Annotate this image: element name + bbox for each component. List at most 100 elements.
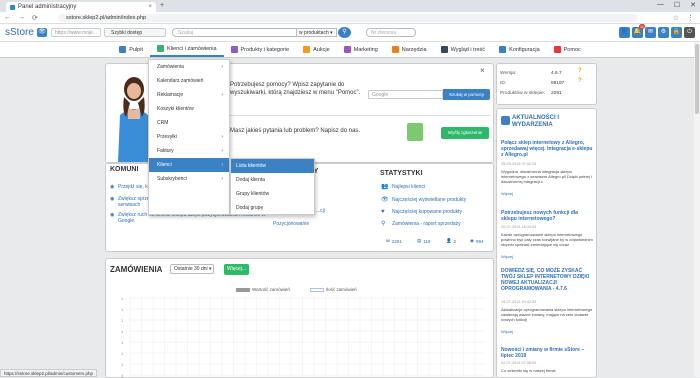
order-number-input[interactable]: Nr zlecenia bbox=[366, 28, 416, 37]
chevron-right-icon: › bbox=[221, 162, 223, 168]
logo[interactable]: sStore bbox=[5, 27, 34, 38]
menu-item-icon bbox=[440, 46, 448, 53]
dropdown-item[interactable]: Reklamacje › bbox=[149, 88, 229, 102]
search-button-icon[interactable]: ⚲ bbox=[338, 27, 351, 38]
chevron-right-icon: › bbox=[221, 134, 223, 140]
news-item-title[interactable]: DOWIEDZ SIĘ, CO MOŻE ZYSKAĆ TWÓJ SKLEP I… bbox=[501, 268, 594, 292]
menu-item[interactable]: Narzędzia bbox=[385, 42, 434, 57]
tab-close-icon[interactable]: × bbox=[148, 4, 152, 10]
axis-tick-label: 1 bbox=[121, 296, 124, 301]
lock-icon[interactable]: 🔒 bbox=[671, 27, 682, 38]
dropdown-item[interactable]: Kalendarz zamówień bbox=[149, 74, 229, 88]
maximize-icon[interactable]: ☐ bbox=[674, 1, 680, 9]
news-title: AKTUALNOŚCI I WYDARZENIA bbox=[512, 115, 559, 128]
most-bought-link[interactable]: Najczęściej kupowane produkty bbox=[392, 209, 462, 215]
menu-item[interactable]: Pomoc bbox=[547, 42, 588, 57]
orders-chart: 1 1 1 1 1 1 1 1 bbox=[121, 296, 485, 377]
news-item-body: Wygodna, dwustronna integracja sklepu in… bbox=[501, 169, 592, 184]
bookmark-star-icon[interactable]: ☆ bbox=[673, 14, 679, 22]
help-question-icon[interactable]: ? bbox=[578, 78, 582, 84]
menu-item[interactable]: Wygląd i treść bbox=[434, 42, 493, 57]
submenu-item[interactable]: Dodaj grupę bbox=[231, 201, 314, 215]
stat-categories[interactable]: ▤ 118 bbox=[417, 238, 430, 244]
search-input[interactable]: Szukaj bbox=[172, 28, 297, 37]
heart-icon: ♥ bbox=[381, 209, 385, 215]
dropdown-item[interactable]: Przesyłki › bbox=[149, 130, 229, 144]
dropdown-item[interactable]: Klienci › bbox=[149, 158, 229, 172]
dropdown-item-label: Faktury bbox=[157, 148, 174, 154]
reload-icon[interactable]: ⟳ bbox=[32, 14, 38, 22]
scrollbar-thumb[interactable] bbox=[695, 44, 699, 114]
dropdown-item-label: CRM bbox=[157, 120, 169, 126]
menu-item-label: Marketing bbox=[353, 46, 378, 53]
submenu-item[interactable]: Grupy klientów bbox=[231, 187, 314, 201]
browser-menu-icon[interactable]: ⋮ bbox=[687, 14, 694, 22]
menu-item[interactable]: Pulpit bbox=[112, 42, 150, 57]
help-question-icon[interactable]: ? bbox=[578, 68, 582, 74]
news-more-link[interactable]: Więcej bbox=[501, 329, 513, 334]
menu-item[interactable]: Konfiguracja bbox=[492, 42, 547, 57]
menu-item-icon bbox=[156, 45, 164, 52]
messages-mail-icon[interactable]: ✉ bbox=[645, 27, 656, 38]
news-item-date: 19-07-2019 10:42:33 bbox=[501, 300, 537, 304]
orders-range-select[interactable]: Ostatnie 30 dni ▾ bbox=[170, 264, 214, 274]
best-customers-link[interactable]: Najlepsi klienci bbox=[392, 184, 425, 190]
menu-item-label: Aukcje bbox=[313, 46, 330, 53]
dropdown-item[interactable]: CRM bbox=[149, 116, 229, 130]
chevron-right-icon: › bbox=[221, 92, 223, 98]
search-scope-select[interactable]: w produktach ▾ bbox=[297, 28, 337, 37]
new-tab-button[interactable]: + bbox=[160, 2, 164, 9]
stat-visits[interactable]: ◉ 994 bbox=[470, 238, 483, 244]
news-item-title[interactable]: Połącz sklep internetowy z Allegro, sprz… bbox=[501, 140, 594, 158]
document-icon bbox=[407, 123, 423, 141]
close-help-icon[interactable]: × bbox=[480, 66, 485, 75]
settings-gear-icon[interactable]: ⚙ bbox=[658, 27, 669, 38]
dropdown-item[interactable] bbox=[149, 186, 229, 200]
notifications-bell-icon[interactable]: 🔔 11 bbox=[632, 24, 645, 38]
help-search-input[interactable]: Google bbox=[368, 90, 443, 99]
user-icon[interactable]: 👤 bbox=[619, 27, 630, 38]
news-item-date: 25-09-2019 07:42:25 bbox=[501, 162, 537, 166]
help-search-button[interactable]: Szukaj w pomocy bbox=[443, 89, 490, 100]
back-icon[interactable]: ← bbox=[4, 14, 11, 22]
quick-access-select[interactable]: Szybki dostęp bbox=[104, 28, 166, 37]
dropdown-item[interactable]: Subskrybenci › bbox=[149, 172, 229, 186]
dropdown-item[interactable]: Koszyki klientów bbox=[149, 102, 229, 116]
forward-icon[interactable]: → bbox=[18, 14, 25, 22]
axis-tick-label: 1 bbox=[121, 340, 124, 345]
minimize-icon[interactable]: — bbox=[657, 1, 664, 9]
news-more-link[interactable]: Więcej bbox=[501, 254, 513, 259]
best-customers-icon: 👥 bbox=[381, 184, 389, 190]
positioning-link[interactable]: Pozycjonowanie bbox=[273, 221, 309, 227]
stat-products[interactable]: ⛁ 2291 bbox=[386, 238, 402, 244]
news-item-title[interactable]: Potrzebujesz nowych funkcji dla sklepu i… bbox=[501, 210, 594, 222]
logout-power-icon[interactable]: ⏻ bbox=[684, 27, 695, 38]
browser-tab[interactable]: Panel administracyjny × bbox=[6, 2, 156, 12]
menu-item[interactable]: Aukcje bbox=[296, 42, 337, 57]
most-viewed-link[interactable]: Najczęściej wyświetlane produkty bbox=[392, 197, 466, 203]
sales-report-link[interactable]: Zamówienia - raport sprzedaży bbox=[392, 221, 461, 227]
stat-users[interactable]: 👤 2 bbox=[446, 238, 456, 244]
dropdown-item[interactable] bbox=[149, 200, 229, 214]
menu-item[interactable]: Klienci i zamówienia bbox=[149, 42, 224, 57]
axis-tick-label: 1 bbox=[121, 362, 124, 367]
submenu-item[interactable]: Dodaj klienta bbox=[231, 173, 314, 187]
menu-item-label: Produkty i kategorie bbox=[240, 46, 290, 53]
send-ticket-button[interactable]: Wyślij zgłoszenie bbox=[441, 127, 489, 139]
submenu-item[interactable]: Lista klientów bbox=[231, 159, 314, 173]
preview-store-eye-icon[interactable]: 👁 bbox=[37, 28, 47, 37]
news-item-title[interactable]: Nowości i zmiany w firmie sStore – lipie… bbox=[501, 347, 594, 359]
orders-more-button[interactable]: Więcej... bbox=[224, 264, 249, 275]
store-url-field[interactable]: https://www.moje... bbox=[51, 28, 101, 37]
dropdown-item[interactable]: Zamówienia › bbox=[149, 60, 229, 74]
menu-item[interactable]: Produkty i kategorie bbox=[224, 42, 297, 57]
dropdown-item-label: Klienci bbox=[157, 162, 172, 168]
divider bbox=[225, 115, 490, 116]
link-partial[interactable]: ...cji bbox=[316, 208, 325, 214]
close-window-icon[interactable]: ✕ bbox=[690, 1, 696, 9]
url-field[interactable]: sstore.sklep2.pl/admin/index.php bbox=[58, 14, 638, 22]
menu-item[interactable]: Marketing bbox=[337, 42, 385, 57]
menu-item-icon bbox=[343, 46, 351, 53]
dropdown-item[interactable]: Faktury › bbox=[149, 144, 229, 158]
news-more-link[interactable]: Więcej bbox=[501, 191, 513, 196]
